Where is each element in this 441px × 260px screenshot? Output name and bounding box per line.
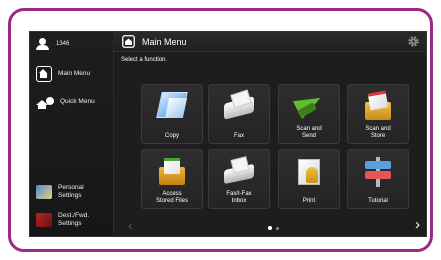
access-stored-files-icon <box>155 155 189 187</box>
copy-button[interactable]: Copy <box>141 84 203 144</box>
tile-label: Print <box>302 198 316 204</box>
quick-menu-icon <box>36 95 54 109</box>
fax-inbox-icon <box>222 155 256 187</box>
tile-label: Fax/I-Fax Inbox <box>226 191 252 204</box>
personal-settings-icon <box>36 185 52 199</box>
home-icon <box>36 66 52 82</box>
scan-store-button[interactable]: Scan and Store <box>347 84 409 144</box>
scan-send-button[interactable]: Scan and Send <box>278 84 340 144</box>
page-title: Main Menu <box>142 37 187 47</box>
tile-label: Scan and Send <box>296 126 322 139</box>
sidebar-item-main-menu[interactable]: Main Menu <box>36 66 90 82</box>
sidebar-item-quick-menu[interactable]: Quick Menu <box>36 95 95 109</box>
tutorial-icon <box>361 155 395 187</box>
header-bar: Main Menu <box>114 32 426 52</box>
fax-button[interactable]: Fax <box>208 84 270 144</box>
page-indicator-dot-active <box>268 226 272 230</box>
sidebar-item-label: Main Menu <box>58 70 91 77</box>
instruction-text: Select a function. <box>121 57 168 63</box>
page-indicator-dot <box>276 226 279 230</box>
sidebar-item-label: Quick Menu <box>60 98 95 105</box>
sidebar-item-label: Personal Settings <box>58 184 84 199</box>
destination-settings-icon <box>36 213 52 227</box>
fax-inbox-button[interactable]: Fax/I-Fax Inbox <box>208 149 270 209</box>
sidebar-item-label: Dest./Fwd. Settings <box>58 212 90 227</box>
tile-label: Copy <box>164 133 179 139</box>
access-stored-files-button[interactable]: Access Stored Files <box>141 149 203 209</box>
tile-label: Access Stored Files <box>155 191 188 204</box>
scan-send-icon <box>292 90 326 122</box>
sidebar-item-personal-settings[interactable]: Personal Settings <box>36 184 84 200</box>
fax-icon <box>222 90 256 122</box>
user-id: 1346 <box>56 41 70 47</box>
previous-page-button[interactable]: ‹ <box>128 217 133 233</box>
user-icon <box>36 38 50 50</box>
sidebar-item-dest-settings[interactable]: Dest./Fwd. Settings <box>36 212 89 228</box>
tile-label: Scan and Store <box>365 126 391 139</box>
tile-label: Fax <box>233 133 244 139</box>
tile-label: Tutorial <box>368 198 388 204</box>
device-screen: 1346 Main Menu Quick Menu Personal Setti… <box>29 31 427 237</box>
copy-icon <box>155 90 189 122</box>
home-icon <box>122 35 135 48</box>
print-icon <box>292 155 326 187</box>
tutorial-button[interactable]: Tutorial <box>347 149 409 209</box>
next-page-button[interactable]: › <box>415 216 420 233</box>
print-button[interactable]: Print <box>278 149 340 209</box>
sidebar: 1346 Main Menu Quick Menu Personal Setti… <box>30 32 114 236</box>
user-login-button[interactable]: 1346 <box>36 38 69 50</box>
scan-store-icon <box>361 90 395 122</box>
gear-icon[interactable] <box>407 35 420 48</box>
